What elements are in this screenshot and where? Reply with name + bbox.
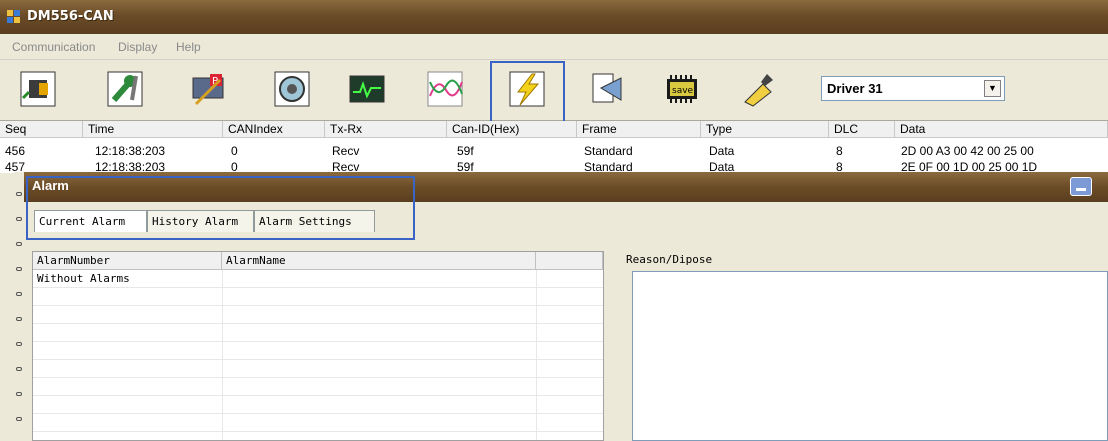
alarm-list: AlarmNumber AlarmName Without Alarms <box>32 251 604 441</box>
waveform-icon <box>427 71 463 107</box>
clear-button[interactable] <box>733 64 783 114</box>
column-header[interactable]: AlarmNumber <box>33 252 222 270</box>
parameter-button[interactable]: P <box>184 64 234 114</box>
cell-data: 2D 00 A3 00 42 00 25 00 <box>901 144 1034 158</box>
cell-dlc: 8 <box>836 144 843 158</box>
cell-txrx: Recv <box>332 160 360 173</box>
save-chip-icon: save <box>667 75 697 103</box>
message-grid: Seq Time CANIndex Tx-Rx Can-ID(Hex) Fram… <box>0 121 1108 173</box>
waveform-button[interactable] <box>420 64 470 114</box>
parameter-icon: P <box>192 74 224 106</box>
column-header[interactable]: Can-ID(Hex) <box>447 121 577 138</box>
list-item <box>33 342 603 360</box>
menu-display[interactable]: Display <box>118 40 157 54</box>
menu-communication[interactable]: Communication <box>12 40 95 54</box>
svg-text:save: save <box>672 86 694 96</box>
cell-canindex: 0 <box>231 160 238 173</box>
list-item <box>33 324 603 342</box>
download-button[interactable] <box>581 64 631 114</box>
highlight-box-toolbar <box>490 61 565 125</box>
target-button[interactable] <box>267 64 317 114</box>
cell-data: 2E 0F 00 1D 00 25 00 1D <box>901 160 1038 173</box>
cell-seq: 456 <box>5 144 26 158</box>
column-header[interactable]: Tx-Rx <box>325 121 447 138</box>
clear-brush-icon <box>744 74 773 107</box>
window-title: DM556-CAN <box>27 9 114 24</box>
oscilloscope-button[interactable] <box>342 64 392 114</box>
cell-time: 12:18:38:203 <box>95 144 166 158</box>
column-header[interactable]: CANIndex <box>223 121 325 138</box>
list-item <box>33 288 603 306</box>
column-header[interactable]: DLC <box>829 121 895 138</box>
column-header[interactable]: Data <box>895 121 1108 138</box>
list-item <box>33 396 603 414</box>
cell-txrx: Recv <box>332 144 360 158</box>
download-icon <box>592 73 622 103</box>
cell-frame: Standard <box>584 144 633 158</box>
list-item <box>33 306 603 324</box>
driver-select[interactable]: Driver 31 ▼ <box>821 76 1005 101</box>
menu-bar: Communication Display Help <box>0 34 1108 60</box>
cell-canid: 59f <box>457 160 474 173</box>
list-item <box>33 360 603 378</box>
column-header[interactable]: AlarmName <box>222 252 536 270</box>
column-header[interactable]: Seq <box>0 121 83 138</box>
cell-seq: 457 <box>5 160 26 173</box>
app-icon <box>7 10 20 23</box>
tools-icon <box>107 71 143 107</box>
alarm-number: Without Alarms <box>37 272 130 285</box>
minimize-icon <box>1076 188 1086 191</box>
cell-canid: 59f <box>457 144 474 158</box>
list-item <box>33 378 603 396</box>
highlight-box-alarm <box>26 176 415 240</box>
title-bar: DM556-CAN <box>0 0 1108 34</box>
chevron-down-icon[interactable]: ▼ <box>984 80 1001 97</box>
cell-frame: Standard <box>584 160 633 173</box>
oscilloscope-icon <box>349 75 385 103</box>
cell-type: Data <box>709 144 735 158</box>
column-header[interactable] <box>536 252 603 270</box>
reason-textbox[interactable] <box>632 271 1108 441</box>
column-header[interactable]: Type <box>701 121 829 138</box>
spiral-binding <box>14 172 24 441</box>
tools-button[interactable] <box>100 64 150 114</box>
cell-time: 12:18:38:203 <box>95 160 166 173</box>
save-button[interactable]: save <box>657 64 707 114</box>
list-item <box>33 414 603 432</box>
list-item[interactable]: Without Alarms <box>33 270 603 288</box>
connect-button[interactable] <box>13 64 63 114</box>
target-icon <box>274 71 310 107</box>
connect-icon <box>20 71 56 107</box>
column-header[interactable]: Time <box>83 121 223 138</box>
cell-canindex: 0 <box>231 144 238 158</box>
minimize-button[interactable] <box>1070 177 1092 196</box>
driver-select-value: Driver 31 <box>827 81 883 96</box>
cell-type: Data <box>709 160 735 173</box>
menu-help[interactable]: Help <box>176 40 201 54</box>
cell-dlc: 8 <box>836 160 843 173</box>
column-header[interactable]: Frame <box>577 121 701 138</box>
reason-label: Reason/Dipose <box>626 253 713 266</box>
